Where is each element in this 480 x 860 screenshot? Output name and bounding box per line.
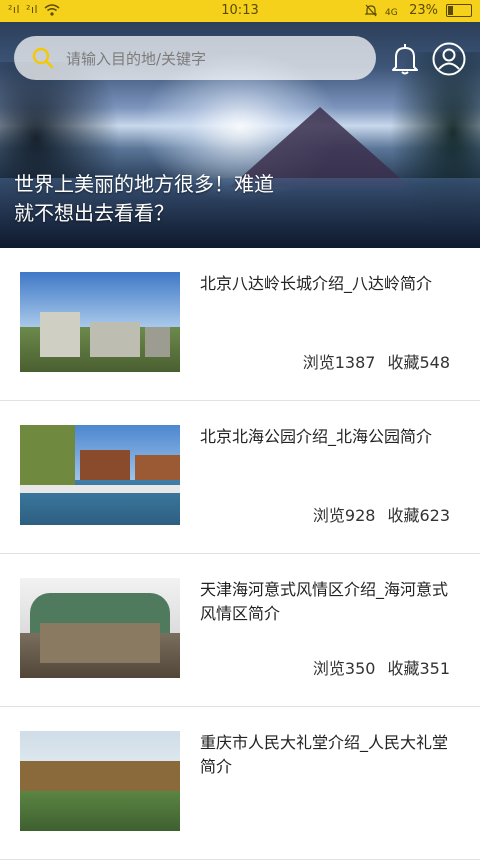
attraction-thumbnail — [20, 425, 180, 525]
volte-icon: 4G — [385, 8, 398, 17]
attraction-stats: 浏览350 收藏351 — [313, 655, 450, 679]
attraction-title: 重庆市人民大礼堂介绍_人民大礼堂简介 — [200, 733, 449, 776]
list-item[interactable]: 天津海河意式风情区介绍_海河意式风情区简介 浏览350 收藏351 — [0, 554, 480, 707]
hero-slogan-line-2: 就不想出去看看？ — [14, 201, 174, 225]
attraction-thumbnail — [20, 272, 180, 372]
views-count: 浏览1387 — [302, 353, 376, 372]
favorites-count: 收藏623 — [387, 506, 450, 525]
views-count: 浏览928 — [312, 506, 376, 525]
list-item[interactable]: 北京八达岭长城介绍_八达岭简介 浏览1387 收藏548 — [0, 248, 480, 401]
attraction-title: 北京八达岭长城介绍_八达岭简介 — [200, 274, 433, 293]
status-right: 4G 23% — [365, 3, 472, 18]
hero-slogan: 世界上美丽的地方很多！难道 就不想出去看看？ — [14, 170, 374, 228]
attraction-title: 天津海河意式风情区介绍_海河意式风情区简介 — [200, 580, 449, 623]
search-icon — [32, 47, 54, 69]
favorites-count: 收藏548 — [387, 353, 450, 372]
bell-icon[interactable] — [390, 43, 420, 75]
hero-slogan-line-1: 世界上美丽的地方很多！难道 — [14, 172, 274, 196]
user-icon[interactable] — [432, 42, 466, 76]
hero-banner[interactable]: 请输入目的地/关键字 世界上美丽的地方很多！难道 就不想出去看看？ — [0, 22, 480, 248]
battery-icon — [446, 4, 472, 17]
mute-icon — [365, 4, 378, 17]
battery-percent: 23% — [409, 3, 438, 18]
attraction-title: 北京北海公园介绍_北海公园简介 — [200, 427, 433, 446]
attraction-list: 北京八达岭长城介绍_八达岭简介 浏览1387 收藏548 北京北海公园介绍_北海… — [0, 248, 480, 860]
search-input[interactable]: 请输入目的地/关键字 — [14, 36, 376, 80]
search-placeholder: 请输入目的地/关键字 — [66, 49, 207, 68]
svg-text:4G: 4G — [385, 8, 398, 17]
attraction-thumbnail — [20, 731, 180, 831]
favorites-count: 收藏351 — [387, 659, 450, 678]
status-bar: ²ıl ²ıl 10:13 4G 23% — [0, 0, 480, 22]
attraction-stats: 浏览1387 收藏548 — [303, 349, 450, 373]
views-count: 浏览350 — [312, 659, 376, 678]
list-item[interactable]: 北京北海公园介绍_北海公园简介 浏览928 收藏623 — [0, 401, 480, 554]
attraction-thumbnail — [20, 578, 180, 678]
list-item[interactable]: 重庆市人民大礼堂介绍_人民大礼堂简介 — [0, 707, 480, 860]
attraction-stats: 浏览928 收藏623 — [313, 502, 450, 526]
